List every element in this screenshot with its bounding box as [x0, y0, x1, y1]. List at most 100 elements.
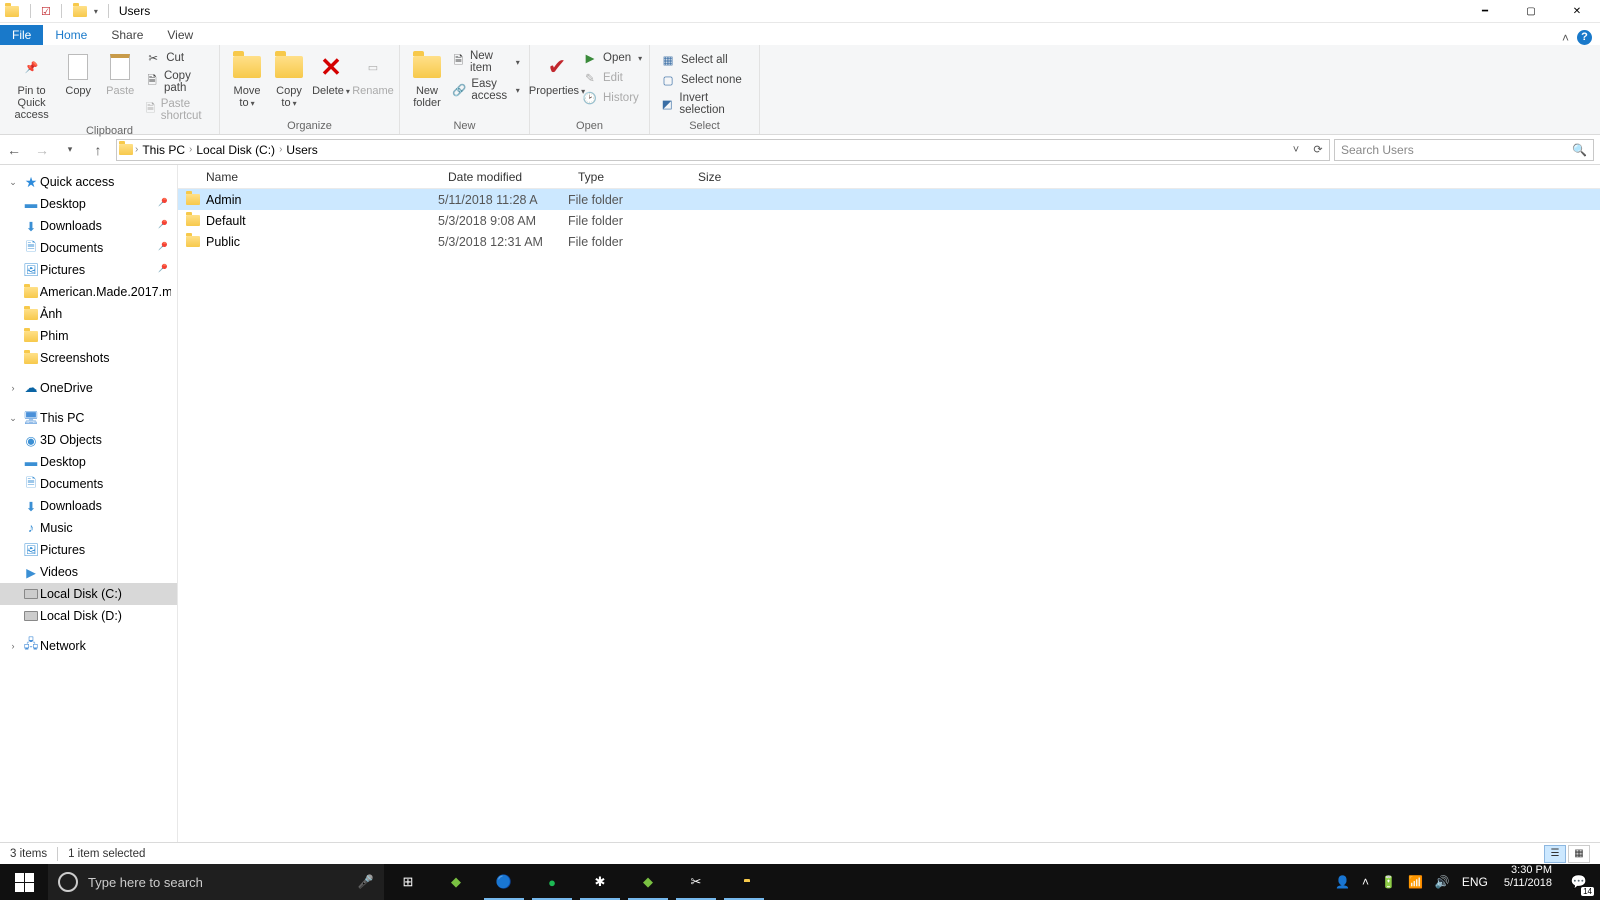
volume-icon[interactable]: 🔊 [1435, 875, 1450, 889]
folder-icon [72, 3, 88, 19]
taskbar-app[interactable]: ◆ [624, 864, 672, 900]
clock[interactable]: 3:30 PM 5/11/2018 [1498, 864, 1558, 900]
copy-path-button[interactable]: 🗎Copy path [141, 69, 213, 95]
copyto-icon [273, 51, 305, 83]
rename-button[interactable]: ▭Rename [352, 47, 394, 101]
nav-folder[interactable]: Ảnh [0, 303, 177, 325]
nav-network[interactable]: ›🖧Network [0, 635, 177, 657]
nav-quick-access[interactable]: ⌄★Quick access [0, 171, 177, 193]
file-list[interactable]: Admin5/11/2018 11:28 AFile folderDefault… [178, 189, 1600, 842]
mic-icon[interactable]: 🎤 [358, 874, 374, 890]
file-row[interactable]: Public5/3/2018 12:31 AMFile folder [178, 231, 1600, 252]
paste-button[interactable]: Paste [99, 47, 141, 101]
qat-props-icon[interactable]: ☑ [41, 5, 51, 18]
nav-desktop[interactable]: ▬Desktop📍 [0, 193, 177, 215]
nav-documents[interactable]: 🗎Documents [0, 473, 177, 495]
delete-button[interactable]: ✕Delete▾ [310, 47, 352, 101]
pin-quick-access-button[interactable]: 📌Pin to Quick access [6, 47, 57, 125]
nav-folder[interactable]: American.Made.2017.m [0, 281, 177, 303]
minimize-button[interactable]: ━ [1462, 0, 1508, 23]
status-bar: 3 items 1 item selected ☰ ▦ [0, 842, 1600, 864]
breadcrumb-disk[interactable]: Local Disk (C:) [192, 143, 279, 157]
taskbar-explorer[interactable] [720, 864, 768, 900]
tab-share[interactable]: Share [99, 25, 155, 45]
breadcrumb-thispc[interactable]: This PC [138, 143, 189, 157]
cortana-search[interactable]: Type here to search 🎤 [48, 864, 384, 900]
new-folder-button[interactable]: New folder [406, 47, 448, 113]
close-button[interactable]: ✕ [1554, 0, 1600, 23]
start-button[interactable] [0, 864, 48, 900]
view-large-button[interactable]: ▦ [1568, 845, 1590, 863]
nav-disk-c[interactable]: Local Disk (C:) [0, 583, 177, 605]
nav-music[interactable]: ♪Music [0, 517, 177, 539]
address-bar[interactable]: › This PC › Local Disk (C:) › Users ˅ ⟳ [116, 139, 1330, 161]
maximize-button[interactable]: ▢ [1508, 0, 1554, 23]
col-header-name[interactable]: Name [178, 170, 438, 184]
nav-downloads[interactable]: ⬇Downloads📍 [0, 215, 177, 237]
invert-selection-button[interactable]: ◩Invert selection [656, 91, 753, 117]
new-item-button[interactable]: 🗎New item▾ [448, 49, 524, 75]
up-button[interactable]: ↑ [84, 136, 112, 164]
view-details-button[interactable]: ☰ [1544, 845, 1566, 863]
paste-shortcut-button[interactable]: 🗎Paste shortcut [141, 97, 213, 123]
search-input[interactable]: Search Users 🔍 [1334, 139, 1594, 161]
nav-documents[interactable]: 🗎Documents📍 [0, 237, 177, 259]
tab-file[interactable]: File [0, 25, 43, 45]
tab-view[interactable]: View [155, 25, 205, 45]
copy-button[interactable]: Copy [57, 47, 99, 101]
col-header-date[interactable]: Date modified [438, 170, 568, 184]
spotify-icon: ● [548, 875, 556, 890]
file-row[interactable]: Default5/3/2018 9:08 AMFile folder [178, 210, 1600, 231]
file-name: Default [206, 214, 438, 228]
col-header-size[interactable]: Size [688, 170, 778, 184]
folder-icon [178, 194, 206, 205]
help-icon[interactable]: ? [1577, 30, 1592, 45]
col-header-type[interactable]: Type [568, 170, 688, 184]
edit-button[interactable]: ✎Edit [578, 69, 646, 87]
taskbar-app[interactable]: ◆ [432, 864, 480, 900]
select-all-button[interactable]: ▦Select all [656, 51, 753, 69]
nav-onedrive[interactable]: ›☁OneDrive [0, 377, 177, 399]
easy-access-button[interactable]: 🔗Easy access▾ [448, 77, 524, 103]
clock-date: 5/11/2018 [1504, 877, 1552, 890]
column-headers: Name Date modified Type Size [178, 165, 1600, 189]
wifi-icon[interactable]: 📶 [1408, 875, 1423, 889]
folder-icon [117, 144, 135, 155]
tab-home[interactable]: Home [43, 25, 99, 45]
taskbar-snip[interactable]: ✂ [672, 864, 720, 900]
people-icon[interactable]: 👤 [1335, 875, 1350, 889]
nav-pictures[interactable]: 🖼Pictures📍 [0, 259, 177, 281]
refresh-icon[interactable]: ⟳ [1307, 143, 1329, 156]
select-none-button[interactable]: ▢Select none [656, 71, 753, 89]
file-row[interactable]: Admin5/11/2018 11:28 AFile folder [178, 189, 1600, 210]
nav-folder[interactable]: Screenshots [0, 347, 177, 369]
taskview-button[interactable]: ⊞ [384, 864, 432, 900]
cut-button[interactable]: ✂Cut [141, 49, 213, 67]
notifications-button[interactable]: 💬 14 [1558, 864, 1600, 900]
nav-disk-d[interactable]: Local Disk (D:) [0, 605, 177, 627]
nav-this-pc[interactable]: ⌄🖥This PC [0, 407, 177, 429]
breadcrumb-folder[interactable]: Users [282, 143, 321, 157]
properties-button[interactable]: ✔Properties▾ [536, 47, 578, 101]
address-dropdown-icon[interactable]: ˅ [1285, 144, 1307, 156]
nav-videos[interactable]: ▶Videos [0, 561, 177, 583]
move-to-button[interactable]: Move to▾ [226, 47, 268, 113]
history-button[interactable]: 🕑History [578, 89, 646, 107]
nav-folder[interactable]: Phim [0, 325, 177, 347]
tray-expand-icon[interactable]: ˄ [1362, 875, 1369, 889]
copy-to-button[interactable]: Copy to▾ [268, 47, 310, 113]
nav-desktop[interactable]: ▬Desktop [0, 451, 177, 473]
battery-icon[interactable]: 🔋 [1381, 875, 1396, 889]
nav-3d-objects[interactable]: ◉3D Objects [0, 429, 177, 451]
taskbar-spotify[interactable]: ● [528, 864, 576, 900]
recent-dropdown[interactable]: ▾ [56, 136, 84, 164]
open-button[interactable]: ▶Open▾ [578, 49, 646, 67]
forward-button[interactable]: → [28, 136, 56, 164]
nav-downloads[interactable]: ⬇Downloads [0, 495, 177, 517]
nav-pictures[interactable]: 🖼Pictures [0, 539, 177, 561]
qat-dropdown-icon[interactable]: ▾ [94, 7, 98, 16]
taskbar-chrome[interactable]: 🔵 [480, 864, 528, 900]
back-button[interactable]: ← [0, 136, 28, 164]
collapse-ribbon-icon[interactable]: ˄ [1562, 31, 1569, 45]
taskbar-app[interactable]: ✱ [576, 864, 624, 900]
